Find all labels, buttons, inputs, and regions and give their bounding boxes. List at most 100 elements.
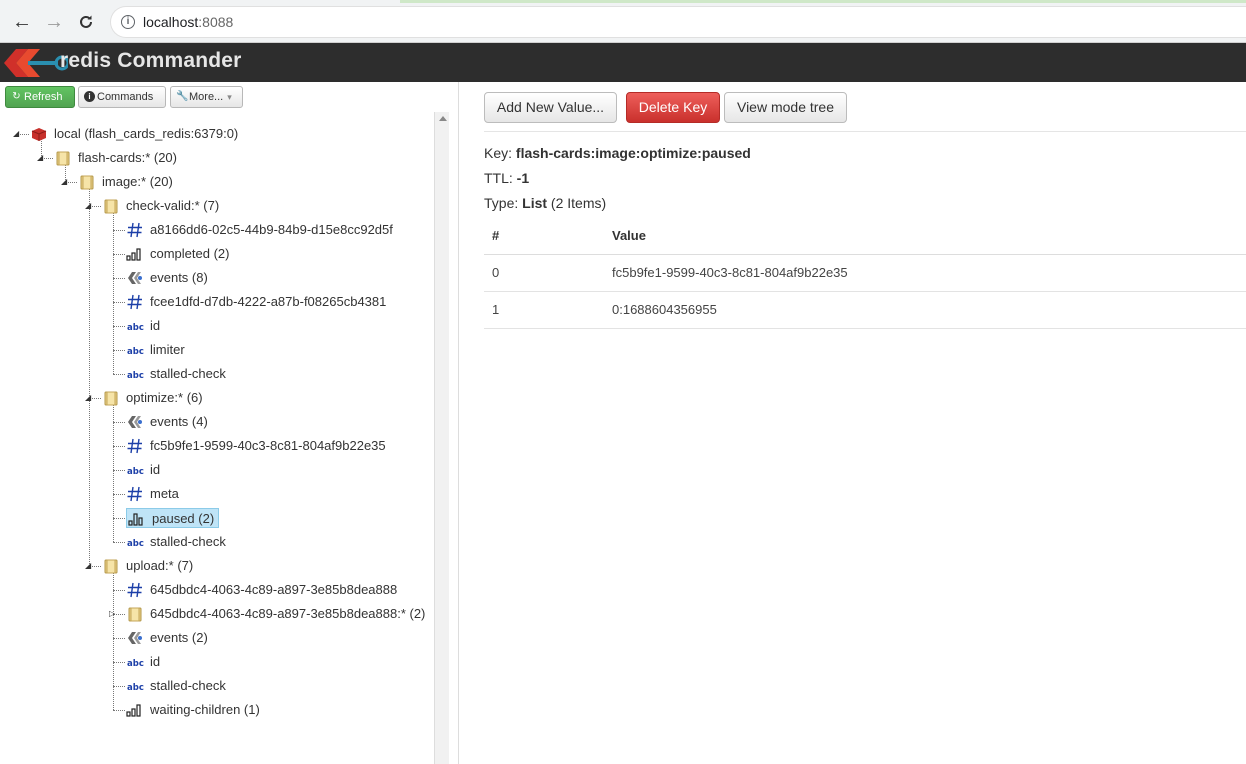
tree-guide-line — [89, 178, 90, 566]
add-new-value-button[interactable]: Add New Value... — [484, 92, 617, 123]
tree-expanded-icon[interactable]: ◢ — [37, 154, 44, 162]
forward-icon[interactable]: → — [42, 10, 66, 34]
delete-key-button[interactable]: Delete Key — [626, 92, 720, 123]
tree-expanded-icon[interactable]: ◢ — [61, 178, 68, 186]
folder-icon — [78, 173, 96, 191]
tree-connector — [113, 350, 125, 351]
tree-node-optimize-6[interactable]: optimize:* (6) — [102, 388, 207, 408]
address-bar[interactable]: i localhost:8088 — [110, 6, 1246, 38]
tree-node-events-2[interactable]: events (2) — [126, 628, 212, 648]
chevron-down-icon: ▾ — [227, 92, 232, 102]
hash-icon — [126, 581, 144, 599]
reload-icon[interactable] — [74, 10, 98, 34]
app-title: redis Commander — [60, 49, 242, 72]
tree-node-645dbdc4-4063-4c89-a897-3e85b8dea888[interactable]: 645dbdc4-4063-4c89-a897-3e85b8dea888 — [126, 580, 401, 600]
tree-node-label: upload:* (7) — [126, 558, 194, 573]
tree-node-check-valid-7[interactable]: check-valid:* (7) — [102, 196, 223, 216]
tree-node-image-20[interactable]: image:* (20) — [78, 172, 177, 192]
stream-icon — [126, 629, 144, 647]
sidebar: ↻ Refresh i Commands 🔧 More... ▾ ◢ local (fla… — [0, 82, 449, 764]
svg-text:abc: abc — [127, 323, 144, 333]
string-icon: abc — [126, 317, 144, 335]
refresh-button[interactable]: ↻ Refresh — [5, 86, 75, 108]
list-icon — [128, 510, 146, 528]
tree-node-id[interactable]: abc id — [126, 316, 164, 336]
row-value[interactable]: 0:1688604356955 — [604, 291, 1246, 329]
tree-expanded-icon[interactable]: ◢ — [85, 394, 92, 402]
zset-icon — [126, 701, 144, 719]
view-mode-button[interactable]: View mode tree — [724, 92, 847, 123]
tree-expanded-icon[interactable]: ◢ — [85, 202, 92, 210]
tree-guide-line — [113, 394, 114, 542]
tree-node-completed-2[interactable]: completed (2) — [126, 244, 233, 264]
zset-icon — [126, 245, 144, 263]
tree-node-stalled-check[interactable]: abc stalled-check — [126, 364, 230, 384]
tree-node-id[interactable]: abc id — [126, 460, 164, 480]
tree-connector — [113, 710, 125, 711]
tree-node-meta[interactable]: meta — [126, 484, 183, 504]
panel-splitter[interactable] — [458, 82, 459, 764]
folder-icon — [102, 197, 120, 215]
more-button[interactable]: 🔧 More... ▾ — [170, 86, 243, 108]
browser-toolbar: ← → i localhost:8088 — [0, 0, 1246, 43]
table-row[interactable]: 1 0:1688604356955 — [484, 291, 1246, 329]
tree-node-upload-7[interactable]: upload:* (7) — [102, 556, 197, 576]
tree-connector — [113, 518, 125, 519]
tree-node-label: 645dbdc4-4063-4c89-a897-3e85b8dea888:* (… — [150, 606, 426, 621]
tree-node-flash-cards-20[interactable]: flash-cards:* (20) — [54, 148, 181, 168]
tree-collapsed-icon[interactable]: ▷ — [109, 610, 116, 618]
tree-node-645dbdc4-4063-4c89-a897-3e85b8dea888-2[interactable]: 645dbdc4-4063-4c89-a897-3e85b8dea888:* (… — [126, 604, 429, 624]
row-index: 0 — [484, 254, 604, 292]
tree-node-label: fc5b9fe1-9599-40c3-8c81-804af9b22e35 — [150, 438, 386, 453]
tree-node-label: id — [150, 462, 161, 477]
tree-node-limiter[interactable]: abc limiter — [126, 340, 189, 360]
string-icon: abc — [126, 365, 144, 383]
tree-node-id[interactable]: abc id — [126, 652, 164, 672]
tree-guide-line — [113, 202, 114, 374]
string-icon: abc — [126, 533, 144, 551]
hash-icon — [126, 485, 144, 503]
svg-text:abc: abc — [127, 347, 144, 357]
tree-connector — [113, 494, 125, 495]
url-text: localhost:8088 — [143, 14, 234, 30]
string-icon: abc — [126, 677, 144, 695]
tree-node-stalled-check[interactable]: abc stalled-check — [126, 532, 230, 552]
tree-node-label: 645dbdc4-4063-4c89-a897-3e85b8dea888 — [150, 582, 398, 597]
tree-node-fc5b9fe1-9599-40c3-8c81-804af9b22e35[interactable]: fc5b9fe1-9599-40c3-8c81-804af9b22e35 — [126, 436, 390, 456]
tree-node-fcee1dfd-d7db-4222-a87b-f08265cb4381[interactable]: fcee1dfd-d7db-4222-a87b-f08265cb4381 — [126, 292, 390, 312]
tree-node-label: fcee1dfd-d7db-4222-a87b-f08265cb4381 — [150, 294, 387, 309]
tree-expanded-icon[interactable]: ◢ — [13, 130, 20, 138]
tree-node-label: flash-cards:* (20) — [78, 150, 177, 165]
string-icon: abc — [126, 653, 144, 671]
column-header-index: # — [484, 218, 604, 255]
tree-node-waiting-children-1[interactable]: waiting-children (1) — [126, 700, 264, 720]
commands-button[interactable]: i Commands — [78, 86, 166, 108]
tree-node-label: events (8) — [150, 270, 208, 285]
tree-node-stalled-check[interactable]: abc stalled-check — [126, 676, 230, 696]
ttl-value: -1 — [516, 170, 530, 186]
hash-icon — [126, 437, 144, 455]
table-row[interactable]: 0 fc5b9fe1-9599-40c3-8c81-804af9b22e35 — [484, 254, 1246, 292]
tree-node-label: id — [150, 318, 161, 333]
tree-node-paused-2[interactable]: paused (2) — [126, 508, 220, 528]
tree-node-events-4[interactable]: events (4) — [126, 412, 212, 432]
tree-node-a8166dd6-02c5-44b9-84b9-d15e8cc92d5f[interactable]: a8166dd6-02c5-44b9-84b9-d15e8cc92d5f — [126, 220, 397, 240]
key-name: flash-cards:image:optimize:paused — [515, 145, 751, 161]
back-icon[interactable]: ← — [10, 10, 34, 34]
tree-connector — [113, 230, 125, 231]
tree-expanded-icon[interactable]: ◢ — [85, 562, 92, 570]
folder-icon — [102, 389, 120, 407]
string-icon: abc — [126, 341, 144, 359]
tree-node-local-flash-cards-redis-6379-0[interactable]: local (flash_cards_redis:6379:0) — [30, 124, 242, 144]
tree-connector — [113, 638, 125, 639]
scroll-up-icon[interactable] — [439, 116, 447, 121]
row-value[interactable]: fc5b9fe1-9599-40c3-8c81-804af9b22e35 — [604, 254, 1246, 292]
tree-node-label: limiter — [150, 342, 185, 357]
sidebar-scrollbar[interactable] — [434, 112, 449, 764]
tree-node-events-8[interactable]: events (8) — [126, 268, 212, 288]
tree-connector — [113, 542, 125, 543]
site-info-icon[interactable]: i — [121, 15, 135, 29]
tree-node-label: id — [150, 654, 161, 669]
svg-text:abc: abc — [127, 467, 144, 477]
tree-node-label: stalled-check — [150, 534, 226, 549]
